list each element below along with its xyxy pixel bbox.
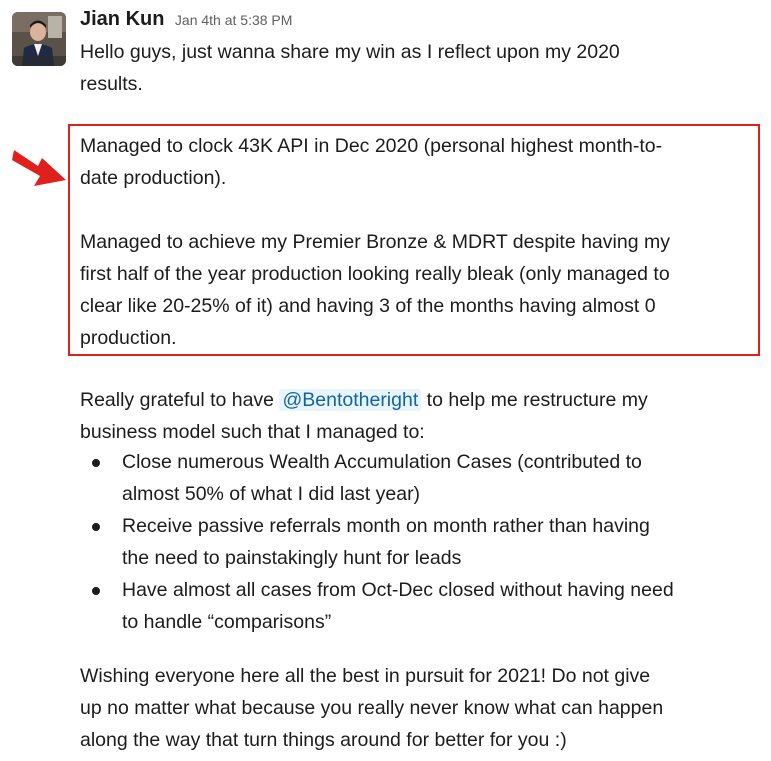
author-name[interactable]: Jian Kun [80, 8, 164, 30]
text-line: to handle “comparisons” [122, 611, 332, 633]
text-line: almost 50% of what I did last year) [122, 483, 421, 505]
bullet-dot-icon [92, 459, 100, 467]
text-line: Managed to achieve my Premier Bronze & M… [80, 231, 670, 253]
list-item: Receive passive referrals month on month… [80, 510, 674, 574]
text-line: Wishing everyone here all the best in pu… [80, 665, 651, 687]
text-line: up no matter what because you really nev… [80, 697, 664, 719]
text-line: business model such that I managed to: [80, 421, 425, 443]
text-line: Receive passive referrals month on month… [122, 515, 650, 537]
list-item: Close numerous Wealth Accumulation Cases… [80, 446, 674, 510]
text-line: the need to painstakingly hunt for leads [122, 547, 462, 569]
text-line: Hello guys, just wanna share my win as I… [80, 41, 620, 63]
bullet-dot-icon [92, 587, 100, 595]
avatar[interactable] [12, 12, 66, 66]
bullet-dot-icon [92, 523, 100, 531]
text-line: Close numerous Wealth Accumulation Cases… [122, 451, 642, 473]
grateful-suffix: to help me restructure my [421, 389, 648, 411]
closing-paragraph: Wishing everyone here all the best in pu… [80, 660, 663, 756]
message-header: Jian Kun Jan 4th at 5:38 PM [80, 8, 292, 31]
highlight-paragraph-1: Managed to clock 43K API in Dec 2020 (pe… [80, 130, 662, 194]
text-line: Have almost all cases from Oct-Dec close… [122, 579, 674, 601]
user-photo-icon [12, 12, 66, 66]
text-line: date production). [80, 167, 227, 189]
text-line: clear like 20-25% of it) and having 3 of… [80, 295, 656, 317]
intro-paragraph: Hello guys, just wanna share my win as I… [80, 36, 620, 100]
user-mention[interactable]: @Bentotheright [279, 389, 422, 411]
highlight-paragraph-2: Managed to achieve my Premier Bronze & M… [80, 226, 670, 354]
text-line: Managed to clock 43K API in Dec 2020 (pe… [80, 135, 663, 157]
timestamp[interactable]: Jan 4th at 5:38 PM [175, 12, 293, 28]
text-line: production. [80, 327, 177, 349]
list-item: Have almost all cases from Oct-Dec close… [80, 574, 674, 638]
grateful-prefix: Really grateful to have [80, 389, 280, 411]
red-arrow-icon [12, 150, 66, 186]
text-line: results. [80, 73, 143, 95]
text-line: along the way that turn things around fo… [80, 729, 567, 751]
grateful-paragraph: Really grateful to have @Bentotheright t… [80, 384, 648, 448]
text-line: first half of the year production lookin… [80, 263, 670, 285]
bullet-list: Close numerous Wealth Accumulation Cases… [80, 446, 674, 638]
text-line: Really grateful to have @Bentotheright t… [80, 384, 648, 416]
